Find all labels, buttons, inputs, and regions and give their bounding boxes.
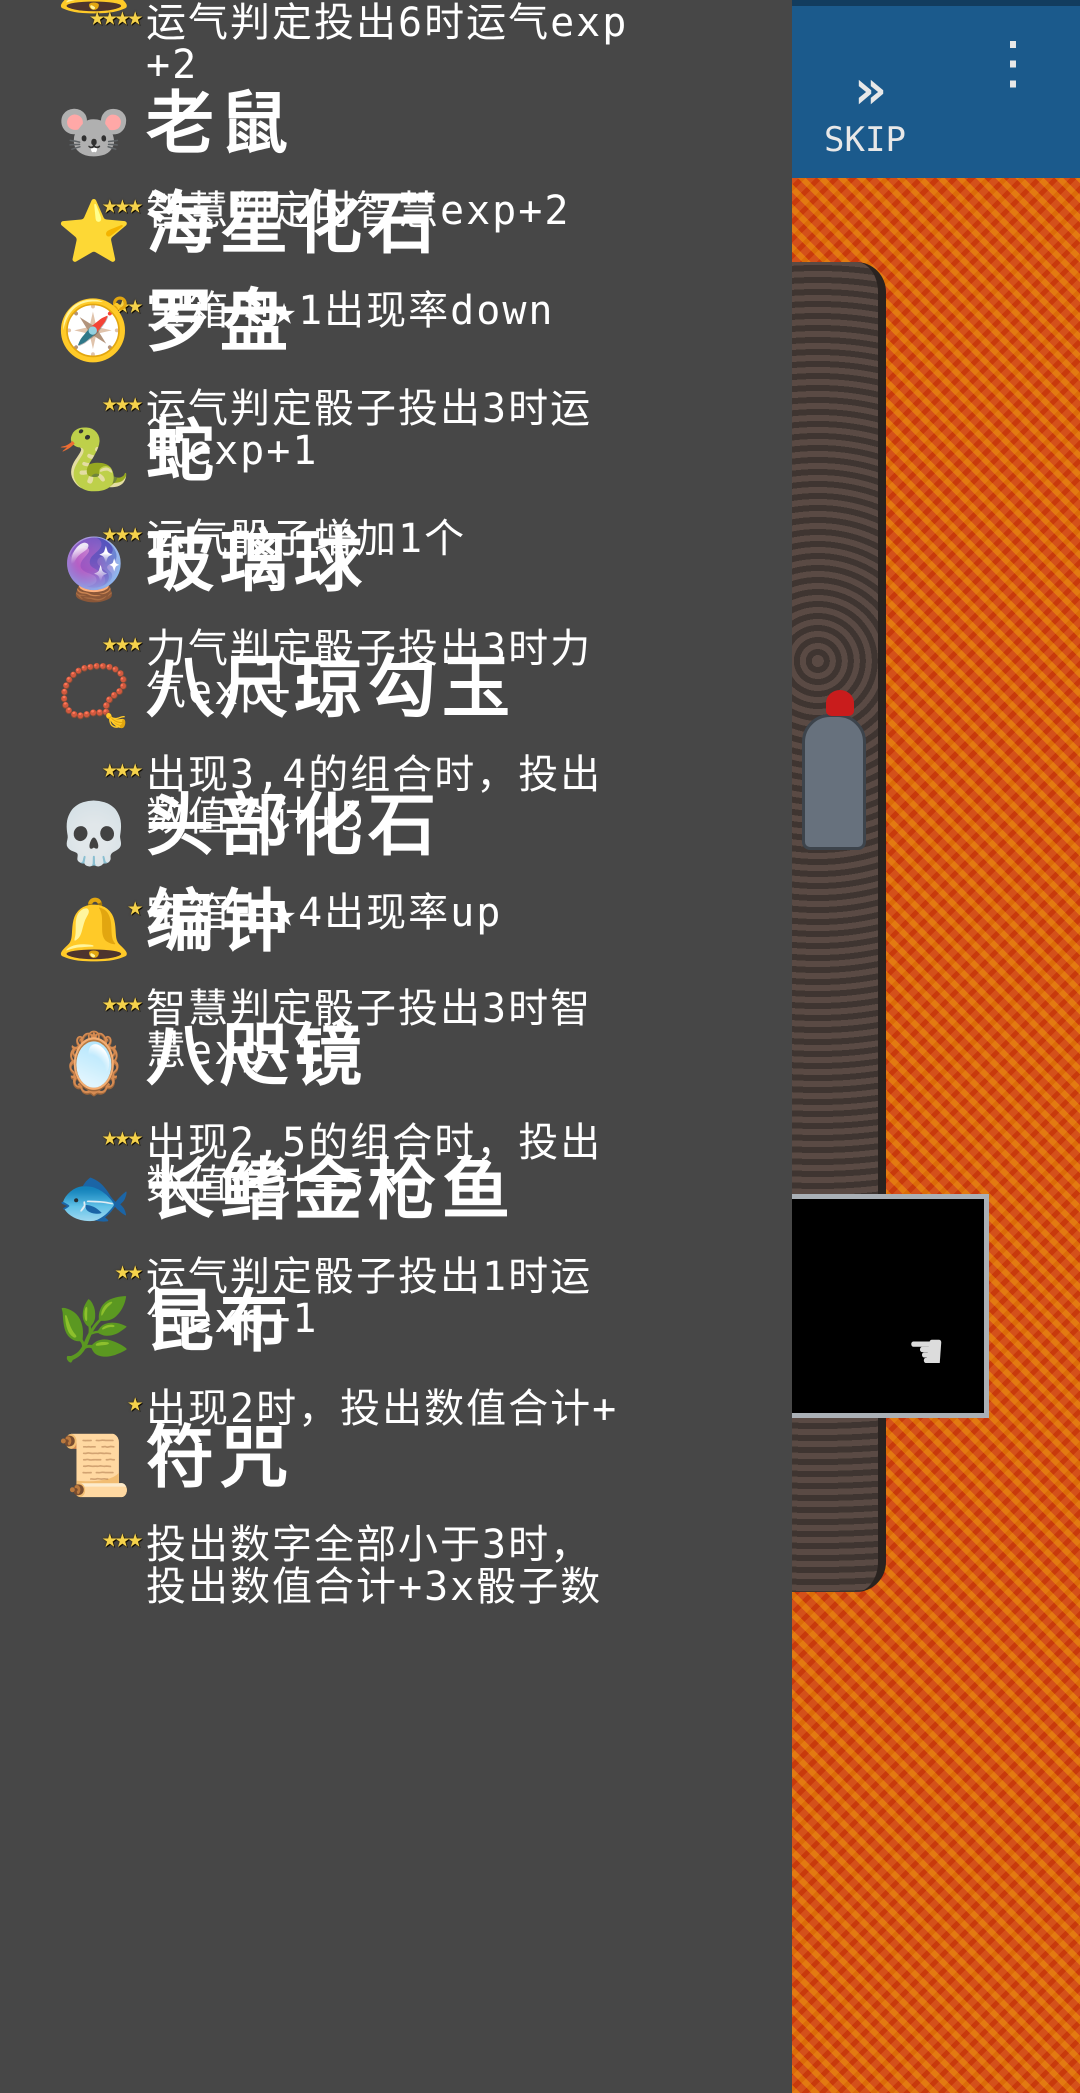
message-box[interactable] xyxy=(792,1194,989,1418)
rarity-stars: ★ xyxy=(127,1388,143,1418)
item-name: 海星化石 xyxy=(146,185,443,264)
rarity-stars: ★★ xyxy=(114,1256,143,1286)
item-list-panel[interactable]: 🔔★★★★运气判定投出6时运气exp +2🐭★★★老鼠智慧判定时智慧exp+2⭐… xyxy=(0,0,792,2093)
magatama-icon: 📿 xyxy=(56,661,132,731)
rarity-stars: ★★★ xyxy=(102,388,143,418)
item-name: 八咫镜 xyxy=(146,1017,369,1096)
knight-character xyxy=(796,690,866,850)
item-name: 昆布 xyxy=(146,1283,295,1362)
skip-button[interactable]: » SKIP xyxy=(815,60,915,164)
glass-ball-icon: 🔮 xyxy=(56,535,132,605)
mouse-icon: 🐭 xyxy=(56,97,132,167)
item-name: 头部化石 xyxy=(146,787,443,866)
item-description: 运气判定投出6时运气exp +2 xyxy=(146,0,629,88)
item-name: 符咒 xyxy=(146,1419,295,1498)
item-name: 编钟 xyxy=(146,883,295,962)
starfish-fossil-icon: ⭐ xyxy=(56,197,132,267)
kelp-icon: 🌿 xyxy=(56,1295,132,1365)
item-name: 八尺琼勾玉 xyxy=(146,649,517,728)
item-name: 蛇 xyxy=(146,413,221,492)
rarity-stars: ★★★ xyxy=(102,754,143,784)
item-name: 长鳍金枪鱼 xyxy=(146,1151,517,1230)
item-description: 投出数字全部小于3时， 投出数值合计+3x骰子数 xyxy=(146,1522,603,1610)
fast-forward-icon: » xyxy=(853,58,887,121)
skull-fossil-icon: 💀 xyxy=(56,799,132,869)
compass-icon: 🧭 xyxy=(56,295,132,365)
snake-icon: 🐍 xyxy=(56,425,132,495)
item-name: 老鼠 xyxy=(146,85,295,164)
rarity-stars: ★★★ xyxy=(102,1524,143,1554)
rarity-stars: ★★★★ xyxy=(89,2,143,32)
rarity-stars: ★★★ xyxy=(102,988,143,1018)
tuna-icon: 🐟 xyxy=(56,1163,132,1233)
item-name: 罗盘 xyxy=(146,283,295,362)
item-description: 运气判定骰子投出3时运 气exp+1 xyxy=(146,386,593,474)
item-name: 玻璃球 xyxy=(146,523,369,602)
pointer-hand-icon: ☚ xyxy=(910,1320,943,1383)
bell-icon: 🔔 xyxy=(56,895,132,965)
skip-label: SKIP xyxy=(824,120,906,160)
menu-button[interactable]: ⋮ xyxy=(984,33,1042,130)
mirror-icon: 🪞 xyxy=(56,1029,132,1099)
talisman-icon: 📜 xyxy=(56,1431,132,1501)
rarity-stars: ★★★ xyxy=(102,1122,143,1152)
